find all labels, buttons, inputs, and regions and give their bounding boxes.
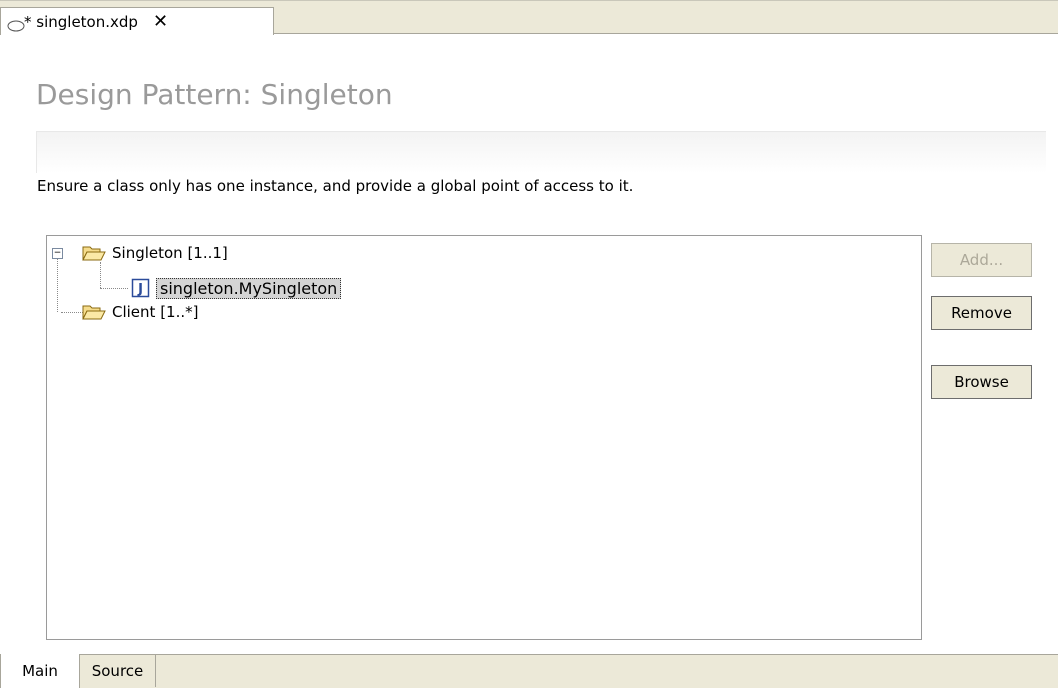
folder-open-icon	[81, 243, 107, 263]
add-button[interactable]: Add...	[931, 243, 1032, 277]
editor-tab-strip: * singleton.xdp ✕	[0, 0, 1058, 35]
tree-node-label: Singleton [1..1]	[112, 244, 228, 262]
editor-tab-label: * singleton.xdp	[24, 12, 138, 31]
tree-node-label: Client [1..*]	[112, 303, 199, 321]
header-band	[36, 131, 1046, 173]
pattern-icon	[7, 17, 25, 31]
tree-node-mysingleton[interactable]: J singleton.MySingleton	[131, 276, 342, 300]
java-class-icon: J	[131, 278, 151, 298]
tree-node-client[interactable]: Client [1..*]	[81, 300, 198, 324]
tab-main[interactable]: Main	[0, 654, 80, 688]
pattern-description: Ensure a class only has one instance, an…	[37, 177, 634, 195]
tree-connector	[57, 253, 58, 312]
folder-open-icon	[81, 302, 107, 322]
browse-button[interactable]: Browse	[931, 365, 1032, 399]
page-title: Design Pattern: Singleton	[36, 78, 393, 111]
tab-source[interactable]: Source	[80, 655, 156, 687]
participants-tree[interactable]: − Singleton [1..1] J singleton.MySinglet…	[46, 235, 922, 640]
editor-tab[interactable]: * singleton.xdp ✕	[0, 7, 274, 35]
tree-node-singleton[interactable]: Singleton [1..1]	[81, 241, 228, 265]
svg-text:J: J	[137, 282, 143, 297]
page-tab-strip: Main Source	[0, 654, 1058, 688]
tree-connector	[61, 312, 83, 313]
collapse-icon[interactable]: −	[52, 248, 63, 259]
remove-button[interactable]: Remove	[931, 296, 1032, 330]
editor: * singleton.xdp ✕ Design Pattern: Single…	[0, 0, 1058, 688]
close-icon[interactable]: ✕	[153, 12, 168, 31]
tree-connector	[100, 288, 128, 289]
tree-connector	[100, 262, 101, 288]
tree-node-label: singleton.MySingleton	[156, 277, 342, 299]
